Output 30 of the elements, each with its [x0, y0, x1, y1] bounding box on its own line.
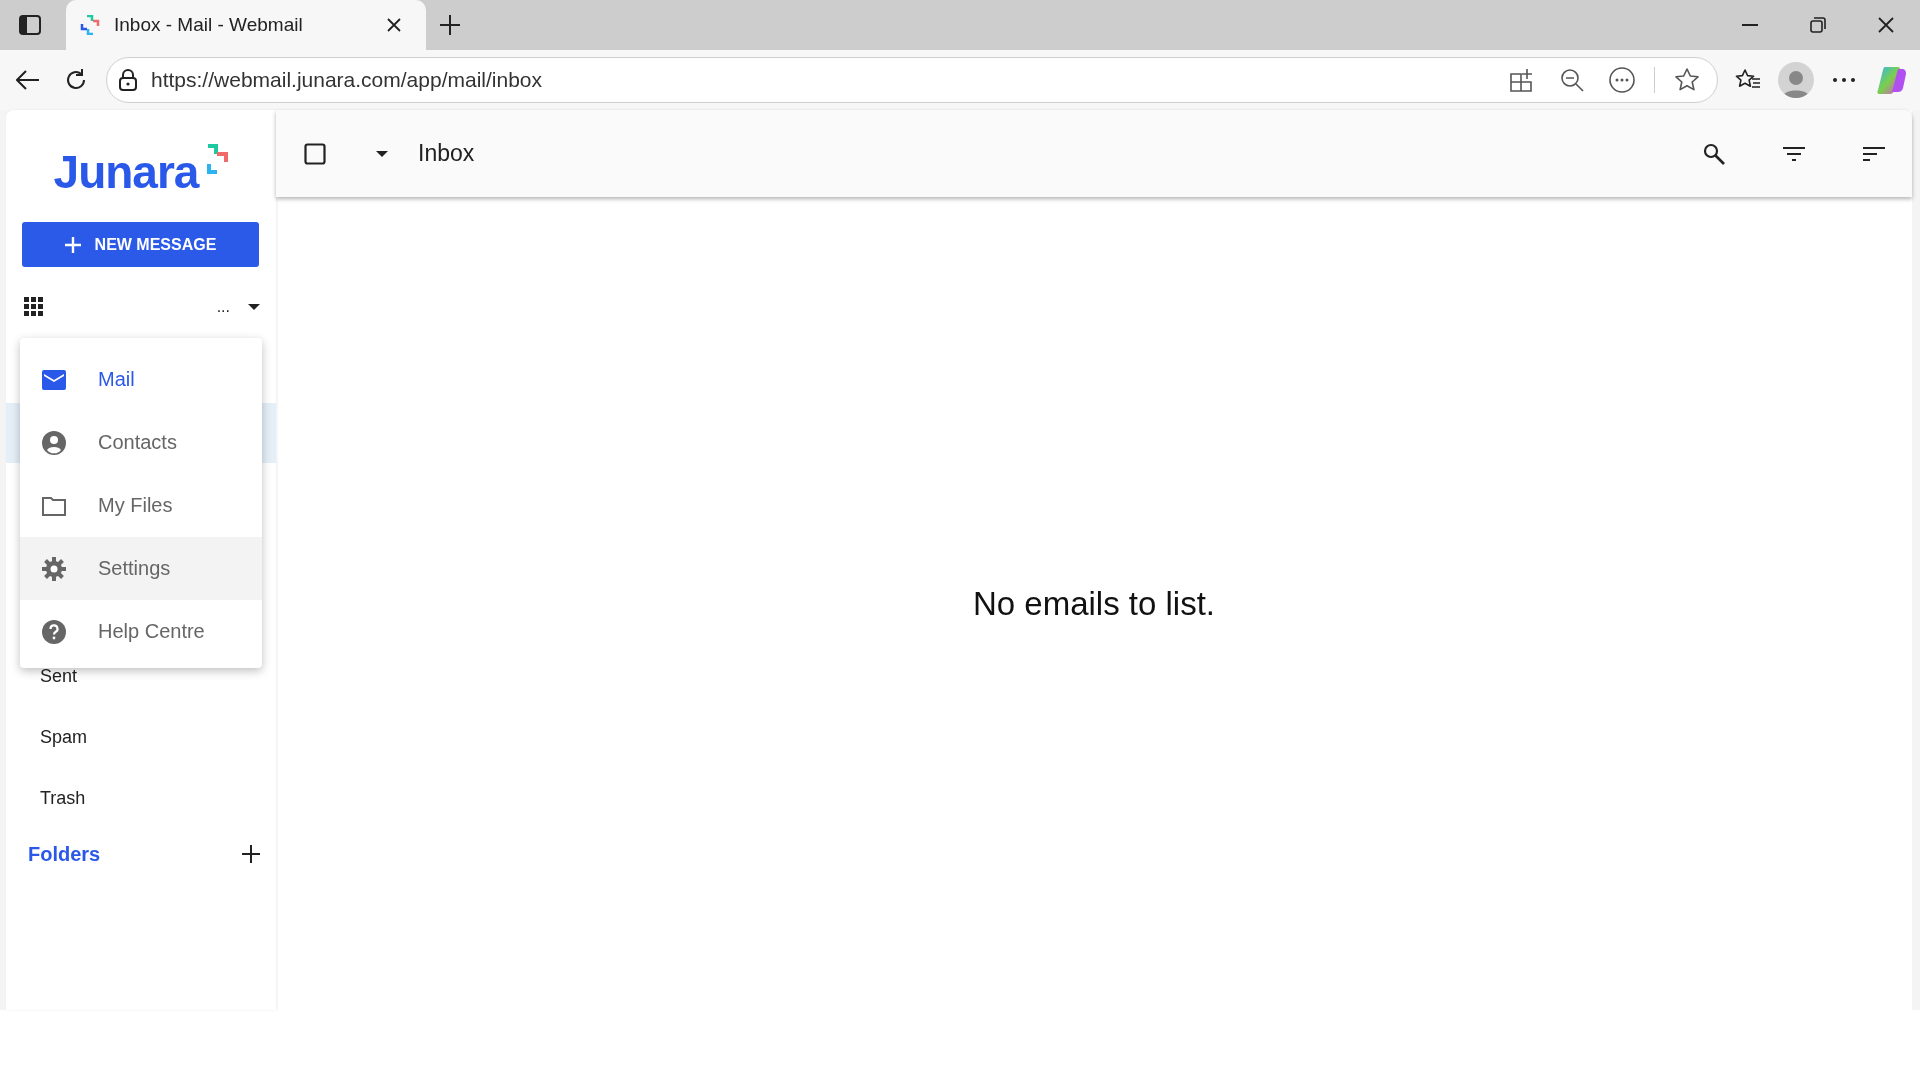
- caret-icon[interactable]: [376, 150, 388, 157]
- add-icon[interactable]: [242, 845, 260, 863]
- tab-title: Inbox - Mail - Webmail: [114, 14, 304, 36]
- help-icon: [42, 619, 66, 644]
- browser-tab[interactable]: Inbox - Mail - Webmail: [66, 0, 426, 50]
- menu-item[interactable]: Help Centre: [20, 600, 262, 663]
- lock-icon: [119, 69, 137, 91]
- profile-avatar[interactable]: [1778, 62, 1814, 98]
- logo-icon: [80, 15, 100, 35]
- toolbar-title: Inbox: [418, 140, 475, 167]
- caret-icon[interactable]: [248, 304, 260, 310]
- folder-item[interactable]: Spam: [6, 707, 276, 768]
- folder-item[interactable]: Trash: [6, 768, 276, 829]
- checkbox[interactable]: [304, 142, 326, 165]
- url-text: https://webmail.junara.com/app/mail/inbox: [151, 68, 544, 92]
- menu-item[interactable]: Settings: [20, 537, 262, 600]
- address-bar[interactable]: https://webmail.junara.com/app/mail/inbox: [106, 57, 1718, 103]
- menu-item[interactable]: Mail: [20, 348, 262, 411]
- folders-heading[interactable]: Folders: [28, 842, 101, 866]
- plus-icon: [64, 236, 81, 253]
- menu-item[interactable]: My Files: [20, 474, 262, 537]
- new-message-button[interactable]: NEW MESSAGE: [22, 222, 259, 267]
- mail-icon: [42, 369, 66, 390]
- more-text[interactable]: ...: [216, 298, 230, 316]
- folder-icon: [42, 495, 66, 516]
- logo-text: Junara: [53, 148, 199, 196]
- apps-grid-icon[interactable]: [24, 297, 44, 317]
- menu-item[interactable]: Contacts: [20, 411, 262, 474]
- person-icon: [42, 430, 66, 455]
- empty-message: No emails to list.: [972, 584, 1216, 623]
